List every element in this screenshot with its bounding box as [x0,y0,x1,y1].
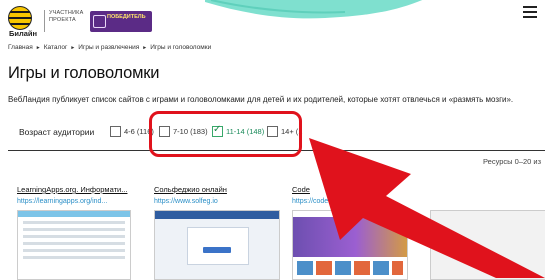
annotation-arrow-icon [309,138,545,278]
